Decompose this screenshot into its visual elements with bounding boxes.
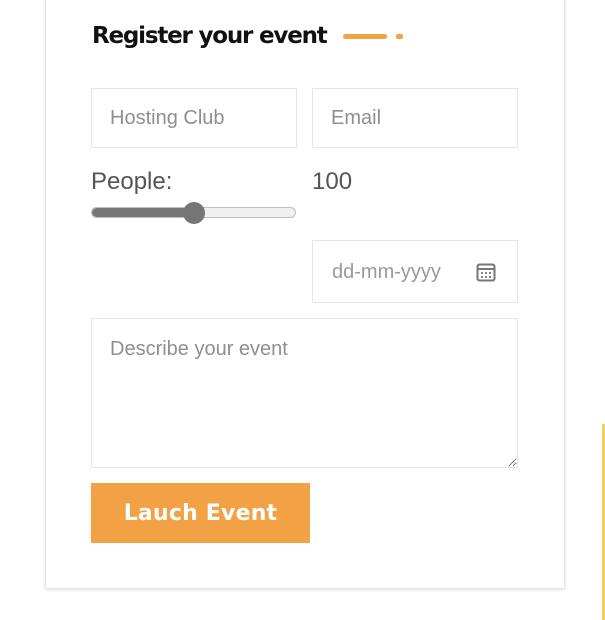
slider-fill — [92, 208, 195, 217]
calendar-icon[interactable] — [475, 261, 497, 283]
event-date-input[interactable]: dd-mm-yyyy — [312, 240, 518, 303]
form-title: Register your event — [92, 23, 328, 49]
title-accent-line — [343, 34, 387, 39]
page-viewport: Register your event People: 100 dd-mm-yy… — [0, 0, 605, 620]
launch-event-button[interactable]: Lauch Event — [91, 483, 310, 543]
people-count-value: 100 — [312, 168, 353, 195]
event-description-textarea[interactable] — [91, 318, 518, 468]
form-heading-row: Register your event — [92, 18, 328, 54]
title-accent-dot — [396, 34, 403, 39]
slider-thumb[interactable] — [183, 202, 205, 224]
hosting-club-input[interactable] — [91, 88, 297, 148]
date-placeholder: dd-mm-yyyy — [332, 261, 441, 283]
people-label: People: — [91, 168, 173, 195]
email-input[interactable] — [312, 88, 518, 148]
people-slider[interactable] — [91, 202, 297, 224]
